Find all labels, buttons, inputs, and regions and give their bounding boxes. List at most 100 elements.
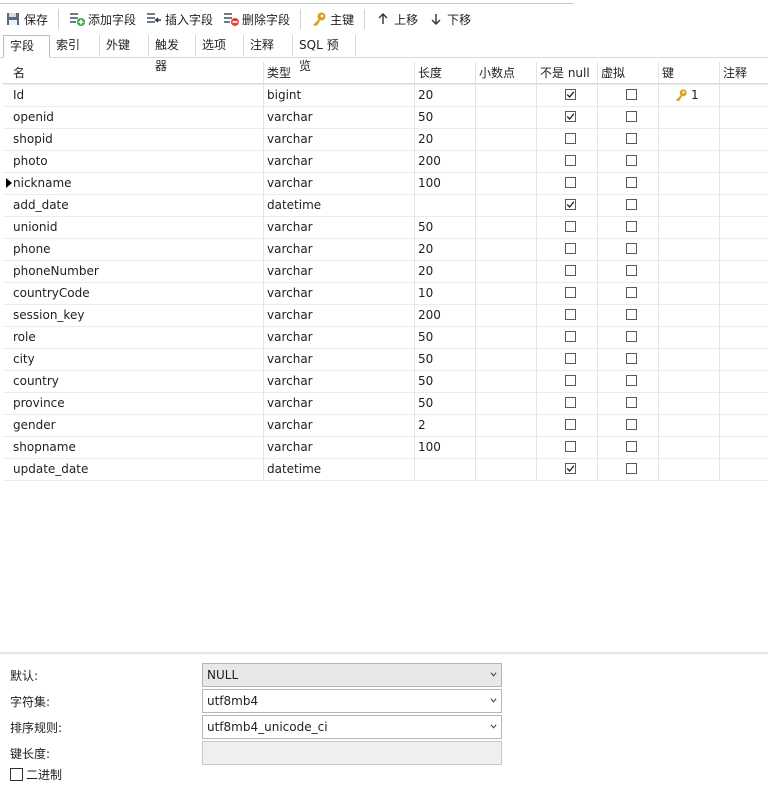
not-null-checkbox[interactable]	[565, 375, 576, 386]
field-name-cell[interactable]: role	[3, 326, 264, 348]
field-comment-cell[interactable]	[720, 348, 768, 370]
column-header-not-null[interactable]: 不是 null	[537, 62, 598, 84]
field-decimals-cell[interactable]	[476, 84, 537, 106]
field-type-cell[interactable]: varchar	[264, 414, 415, 436]
field-decimals-cell[interactable]	[476, 172, 537, 194]
field-name-cell[interactable]: country	[3, 370, 264, 392]
table-row[interactable]: shopname varchar 100	[3, 436, 768, 459]
virtual-checkbox[interactable]	[626, 177, 637, 188]
field-length-cell[interactable]: 50	[415, 370, 476, 392]
not-null-checkbox[interactable]	[565, 309, 576, 320]
field-type-cell[interactable]: varchar	[264, 326, 415, 348]
field-comment-cell[interactable]	[720, 304, 768, 326]
key-cell[interactable]	[659, 282, 720, 304]
field-decimals-cell[interactable]	[476, 282, 537, 304]
field-type-cell[interactable]: bigint	[264, 84, 415, 106]
not-null-checkbox[interactable]	[565, 287, 576, 298]
field-length-cell[interactable]	[415, 458, 476, 480]
field-name-cell[interactable]: session_key	[3, 304, 264, 326]
field-name-cell[interactable]: Id	[3, 84, 264, 106]
key-cell[interactable]	[659, 414, 720, 436]
field-name-cell[interactable]: nickname	[3, 172, 264, 194]
field-comment-cell[interactable]	[720, 436, 768, 458]
not-null-checkbox[interactable]	[565, 419, 576, 430]
field-name-cell[interactable]: openid	[3, 106, 264, 128]
key-cell[interactable]	[659, 194, 720, 216]
virtual-checkbox[interactable]	[626, 265, 637, 276]
field-name-cell[interactable]: province	[3, 392, 264, 414]
key-cell[interactable]	[659, 392, 720, 414]
tab-foreign-keys[interactable]: 外键	[100, 35, 149, 56]
delete-field-button[interactable]: 删除字段	[218, 7, 295, 31]
field-decimals-cell[interactable]	[476, 392, 537, 414]
tab-fields[interactable]: 字段	[3, 35, 50, 58]
field-length-cell[interactable]	[415, 194, 476, 216]
field-decimals-cell[interactable]	[476, 458, 537, 480]
key-cell[interactable]	[659, 150, 720, 172]
not-null-checkbox[interactable]	[565, 265, 576, 276]
field-type-cell[interactable]: varchar	[264, 282, 415, 304]
collation-select[interactable]: utf8mb4_unicode_ci	[202, 715, 502, 739]
key-cell[interactable]	[659, 238, 720, 260]
field-decimals-cell[interactable]	[476, 326, 537, 348]
field-type-cell[interactable]: varchar	[264, 216, 415, 238]
table-row[interactable]: countryCode varchar 10	[3, 282, 768, 305]
key-cell[interactable]	[659, 216, 720, 238]
virtual-checkbox[interactable]	[626, 287, 637, 298]
field-type-cell[interactable]: varchar	[264, 150, 415, 172]
not-null-checkbox[interactable]	[565, 331, 576, 342]
field-decimals-cell[interactable]	[476, 238, 537, 260]
table-row[interactable]: country varchar 50	[3, 370, 768, 393]
field-decimals-cell[interactable]	[476, 436, 537, 458]
table-row[interactable]: Id bigint 20 1	[3, 84, 768, 107]
field-name-cell[interactable]: phoneNumber	[3, 260, 264, 282]
virtual-checkbox[interactable]	[626, 155, 637, 166]
table-row[interactable]: shopid varchar 20	[3, 128, 768, 151]
field-comment-cell[interactable]	[720, 238, 768, 260]
field-length-cell[interactable]: 100	[415, 436, 476, 458]
table-row[interactable]: city varchar 50	[3, 348, 768, 371]
key-cell[interactable]	[659, 128, 720, 150]
not-null-checkbox[interactable]	[565, 463, 576, 474]
field-decimals-cell[interactable]	[476, 194, 537, 216]
virtual-checkbox[interactable]	[626, 89, 637, 100]
field-name-cell[interactable]: shopid	[3, 128, 264, 150]
field-name-cell[interactable]: add_date	[3, 194, 264, 216]
field-comment-cell[interactable]	[720, 370, 768, 392]
field-decimals-cell[interactable]	[476, 414, 537, 436]
charset-select[interactable]: utf8mb4	[202, 689, 502, 713]
virtual-checkbox[interactable]	[626, 331, 637, 342]
tab-triggers[interactable]: 触发器	[149, 35, 196, 73]
key-length-input[interactable]	[202, 741, 502, 765]
table-row[interactable]: openid varchar 50	[3, 106, 768, 129]
field-comment-cell[interactable]	[720, 326, 768, 348]
field-decimals-cell[interactable]	[476, 150, 537, 172]
not-null-checkbox[interactable]	[565, 133, 576, 144]
field-length-cell[interactable]: 2	[415, 414, 476, 436]
virtual-checkbox[interactable]	[626, 221, 637, 232]
not-null-checkbox[interactable]	[565, 397, 576, 408]
key-cell[interactable]: 1	[659, 84, 720, 106]
field-length-cell[interactable]: 50	[415, 216, 476, 238]
virtual-checkbox[interactable]	[626, 463, 637, 474]
key-cell[interactable]	[659, 106, 720, 128]
field-comment-cell[interactable]	[720, 414, 768, 436]
table-row[interactable]: province varchar 50	[3, 392, 768, 415]
virtual-checkbox[interactable]	[626, 353, 637, 364]
virtual-checkbox[interactable]	[626, 375, 637, 386]
field-name-cell[interactable]: unionid	[3, 216, 264, 238]
field-length-cell[interactable]: 200	[415, 304, 476, 326]
field-comment-cell[interactable]	[720, 194, 768, 216]
virtual-checkbox[interactable]	[626, 441, 637, 452]
field-decimals-cell[interactable]	[476, 370, 537, 392]
table-row[interactable]: phone varchar 20	[3, 238, 768, 261]
not-null-checkbox[interactable]	[565, 221, 576, 232]
field-length-cell[interactable]: 100	[415, 172, 476, 194]
column-header-decimals[interactable]: 小数点	[476, 62, 537, 84]
key-cell[interactable]	[659, 436, 720, 458]
table-row[interactable]: gender varchar 2	[3, 414, 768, 437]
field-comment-cell[interactable]	[720, 106, 768, 128]
key-cell[interactable]	[659, 458, 720, 480]
field-length-cell[interactable]: 20	[415, 238, 476, 260]
field-type-cell[interactable]: datetime	[264, 458, 415, 480]
